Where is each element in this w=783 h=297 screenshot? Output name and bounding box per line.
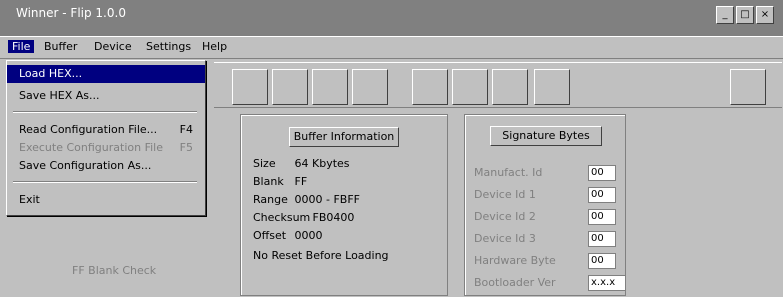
menu-separator [13, 111, 197, 113]
menu-load-hex[interactable]: Load HEX... [7, 65, 205, 83]
config-icon[interactable] [492, 69, 528, 105]
menu-buffer[interactable]: Buffer [40, 40, 81, 53]
verify-icon[interactable] [412, 69, 448, 105]
device-id3-label: Device Id 3 [474, 232, 536, 245]
buffer-size: Size 64 Kbytes [253, 157, 350, 170]
program-icon[interactable] [352, 69, 388, 105]
menu-read-config[interactable]: Read Configuration File... F4 [7, 121, 205, 139]
buffer-checksum: Checksum FB0400 [253, 211, 355, 224]
device-id2-label: Device Id 2 [474, 210, 536, 223]
buffer-range: Range 0000 - FBFF [253, 193, 360, 206]
bootloader-ver-label: Bootloader Ver [474, 276, 556, 289]
menu-exit[interactable]: Exit [7, 191, 205, 209]
device-id1-field[interactable]: 00 [588, 187, 616, 203]
minimize-button[interactable]: _ [716, 6, 734, 24]
signature-button[interactable]: Signature Bytes [490, 126, 602, 146]
window-titlebar: Winner - Flip 1.0.0 _ □ × [0, 0, 783, 37]
bootloader-ver-field[interactable]: x.x.x [588, 275, 626, 291]
menu-settings[interactable]: Settings [142, 40, 195, 53]
menubar: File Buffer Device Settings Help [0, 38, 783, 59]
blank-check-icon[interactable] [312, 69, 348, 105]
run-icon[interactable] [452, 69, 488, 105]
file-menu: Load HEX... Save HEX As... Read Configur… [6, 60, 206, 216]
toolbar [214, 62, 782, 108]
maximize-button[interactable]: □ [736, 6, 754, 24]
menu-execute-config[interactable]: Execute Configuration File F5 [7, 139, 205, 157]
menu-help[interactable]: Help [198, 40, 231, 53]
buffer-note: No Reset Before Loading [253, 249, 389, 262]
device-id1-label: Device Id 1 [474, 188, 536, 201]
close-button[interactable]: × [756, 6, 774, 24]
help-icon[interactable] [730, 69, 766, 105]
menu-file[interactable]: File [8, 40, 35, 53]
manufact-id-field[interactable]: 00 [588, 165, 616, 181]
device-id2-field[interactable]: 00 [588, 209, 616, 225]
device-id3-field[interactable]: 00 [588, 231, 616, 247]
menu-save-config-as[interactable]: Save Configuration As... [7, 157, 205, 175]
buffer-info-button[interactable]: Buffer Information [289, 127, 399, 147]
hardware-byte-field[interactable]: 00 [588, 253, 616, 269]
menu-save-hex-as[interactable]: Save HEX As... [7, 87, 205, 105]
chip-icon[interactable] [232, 69, 268, 105]
buffer-offset: Offset 0000 [253, 229, 323, 242]
hardware-byte-label: Hardware Byte [474, 254, 556, 267]
menu-separator [13, 181, 197, 183]
window-title: Winner - Flip 1.0.0 [16, 6, 126, 20]
manufact-id-label: Manufact. Id [474, 166, 543, 179]
menu-device[interactable]: Device [90, 40, 136, 53]
buffer-panel: Buffer Information Size 64 Kbytes Blank … [240, 114, 448, 296]
settings-icon[interactable] [534, 69, 570, 105]
erase-icon[interactable] [272, 69, 308, 105]
buffer-blank: Blank FF [253, 175, 308, 188]
blank-check-status: FF Blank Check [72, 264, 157, 277]
